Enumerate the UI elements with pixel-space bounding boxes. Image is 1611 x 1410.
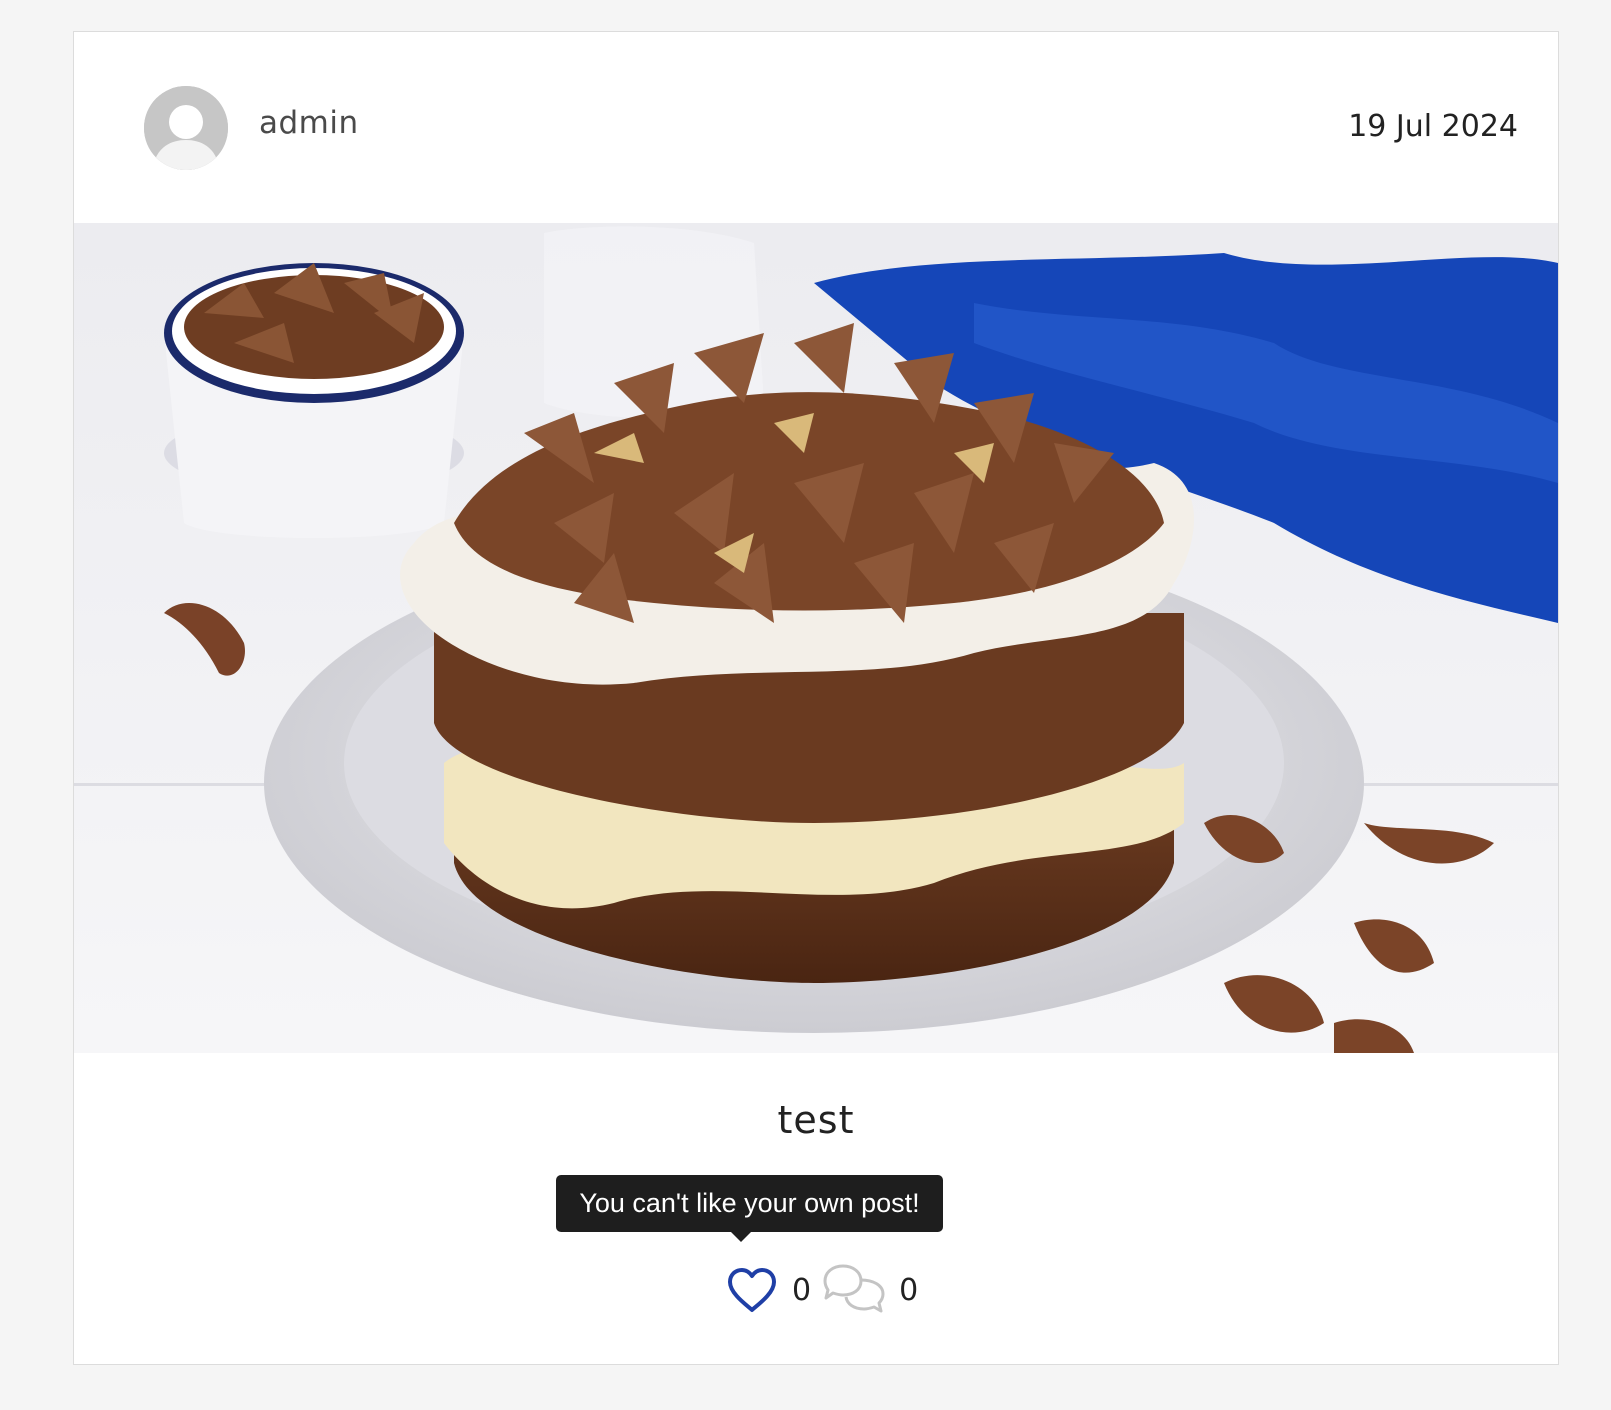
post-actions: 0 0: [724, 1260, 928, 1320]
post-author[interactable]: admin: [259, 105, 359, 141]
post-title: test: [777, 1098, 855, 1142]
comment-button[interactable]: [821, 1262, 887, 1318]
comment-bubbles-icon: [823, 1264, 885, 1313]
like-button[interactable]: [724, 1264, 780, 1316]
tooltip-arrow: [730, 1231, 752, 1242]
like-tooltip: You can't like your own post!: [556, 1175, 943, 1232]
post-card: admin 19 Jul 2024 test You can't like yo…: [73, 31, 1559, 1365]
post-date: 19 Jul 2024: [1348, 109, 1518, 144]
heart-icon: [728, 1268, 776, 1312]
post-image: [74, 223, 1558, 1053]
comment-count: 0: [899, 1272, 919, 1308]
like-count: 0: [792, 1272, 812, 1308]
post-header: admin 19 Jul 2024: [74, 32, 1558, 222]
user-avatar-icon[interactable]: [144, 86, 228, 170]
